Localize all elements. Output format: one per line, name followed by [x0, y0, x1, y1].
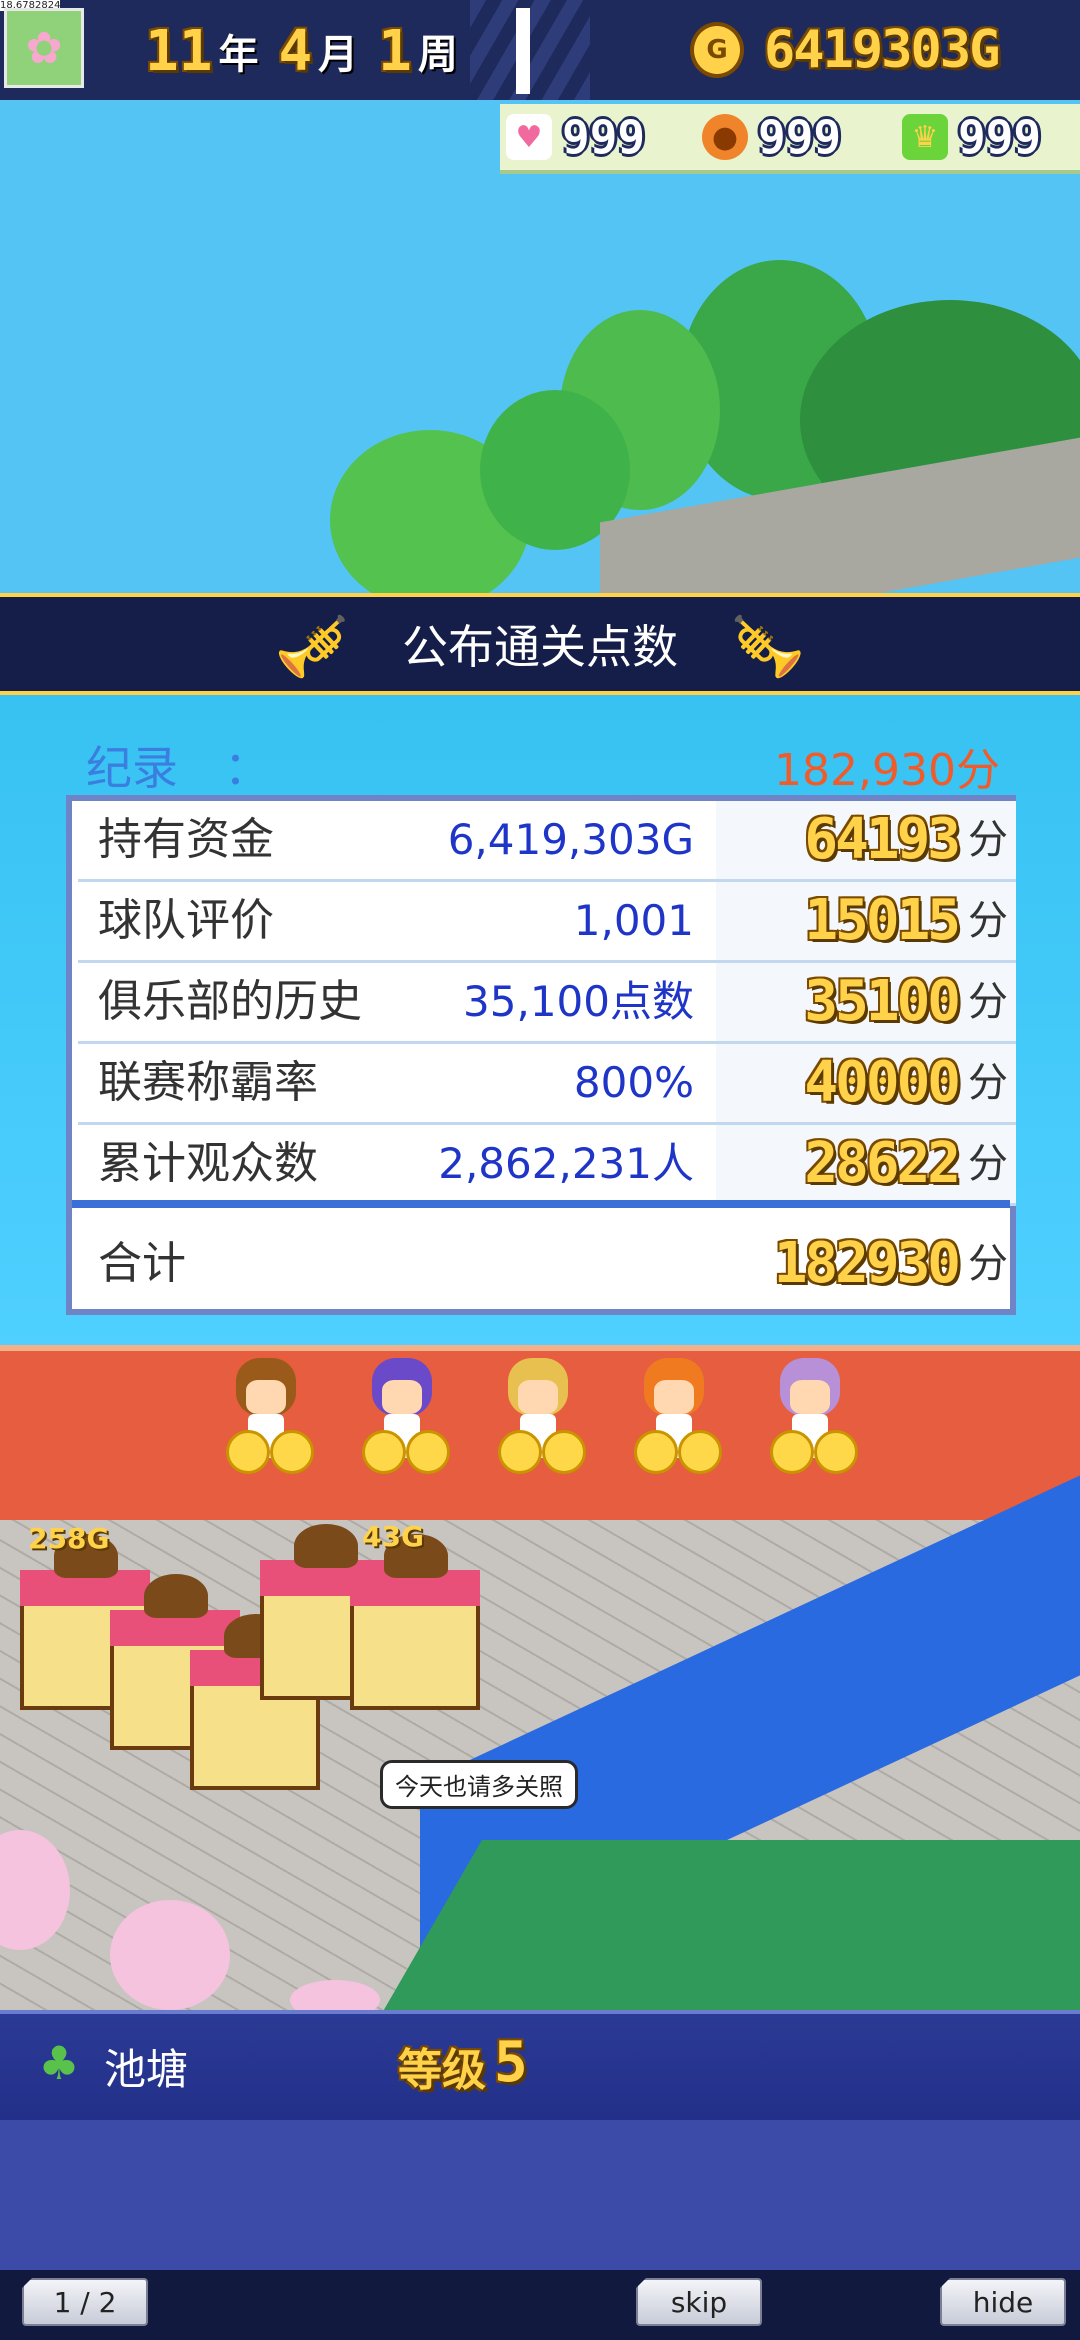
row-value: 2,862,231人	[438, 1139, 694, 1188]
flower-icon[interactable]: ✿	[4, 8, 84, 88]
total-divider	[72, 1200, 1010, 1208]
total-label: 合计	[98, 1238, 186, 1289]
banner-title: 公布通关点数	[402, 620, 678, 674]
trophy-value: 999	[958, 110, 1042, 164]
week-number: 1	[378, 18, 412, 84]
row-value: 800%	[573, 1058, 694, 1107]
row-points: 64193	[804, 807, 961, 872]
cheerleader	[354, 1350, 450, 1480]
row-unit: 分	[968, 1060, 1008, 1106]
heart-icon: ♥	[506, 114, 552, 160]
row-value: 1,001	[573, 896, 694, 945]
row-points: 28622	[804, 1131, 961, 1196]
stat-heart: ♥ 999	[506, 110, 645, 164]
cherry-tree	[110, 1900, 230, 2010]
row-label: 联赛称霸率	[98, 1057, 318, 1108]
score-row-funds: 持有资金 6,419,303G 64193 分	[78, 801, 1016, 882]
trophy-icon: ♛	[902, 114, 948, 160]
facility-name: 池塘	[104, 2045, 189, 2094]
score-row-audience: 累计观众数 2,862,231人 28622 分	[78, 1125, 1016, 1206]
stat-trophy: ♛ 999	[902, 110, 1041, 164]
pond-icon: ♣	[38, 2036, 80, 2090]
score-row-total: 合计 182930 分	[78, 1219, 1016, 1309]
week-unit: 周	[417, 32, 458, 78]
row-label: 持有资金	[98, 814, 274, 865]
sky-scene	[0, 100, 1080, 643]
cheerleader	[218, 1350, 314, 1480]
row-label: 俱乐部的历史	[98, 976, 362, 1027]
cheerleader	[490, 1350, 586, 1480]
row-points: 35100	[804, 969, 961, 1034]
heart-value: 999	[562, 110, 646, 164]
stat-ball: ● 999	[702, 110, 841, 164]
row-points: 15015	[804, 888, 961, 953]
record-label: 纪录 ：	[86, 741, 270, 795]
basketball-icon: ●	[702, 114, 748, 160]
cheerleader	[626, 1350, 722, 1480]
bottom-bar	[0, 2270, 1080, 2340]
score-table: 持有资金 6,419,303G 64193 分 球队评价 1,001 15015…	[66, 795, 1016, 1315]
row-value: 6,419,303G	[447, 815, 694, 864]
skip-button[interactable]: skip	[636, 2278, 762, 2326]
page-indicator-button[interactable]: 1 / 2	[22, 2278, 148, 2326]
shop-income-2: 43G	[362, 1520, 424, 1553]
row-unit: 分	[968, 898, 1008, 944]
level-label: 等级	[398, 2045, 486, 2096]
year-number: 11	[145, 18, 213, 84]
row-label: 球队评价	[98, 895, 274, 946]
hide-button[interactable]: hide	[940, 2278, 1066, 2326]
row-points: 40000	[804, 1050, 961, 1115]
shop-income-1: 258G	[28, 1522, 110, 1555]
date-progress-marker	[516, 8, 530, 94]
score-row-league-rate: 联赛称霸率 800% 40000 分	[78, 1044, 1016, 1125]
score-row-club-history: 俱乐部的历史 35,100点数 35100 分	[78, 963, 1016, 1044]
row-unit: 分	[968, 1141, 1008, 1187]
total-unit: 分	[968, 1241, 1008, 1287]
row-unit: 分	[968, 979, 1008, 1025]
record-value: 182,930分	[774, 745, 1000, 796]
row-value: 35,100点数	[463, 977, 694, 1026]
year-unit: 年	[218, 32, 259, 78]
message-area	[0, 2120, 1080, 2280]
level-value: 5	[494, 2030, 528, 2095]
gold-coin-icon: G	[690, 22, 744, 78]
month-number: 4	[278, 18, 313, 84]
speech-bubble: 今天也请多关照	[380, 1760, 578, 1809]
basketball-court[interactable]	[378, 1840, 1080, 2020]
row-label: 累计观众数	[98, 1138, 318, 1189]
game-date: 11 年 4 月 1 周	[145, 18, 472, 84]
ball-value: 999	[758, 110, 842, 164]
money-amount: 6419303G	[764, 20, 1000, 80]
shop-building[interactable]	[350, 1534, 480, 1710]
cheerleader	[762, 1350, 858, 1480]
score-row-team-rating: 球队评价 1,001 15015 分	[78, 882, 1016, 963]
row-unit: 分	[968, 817, 1008, 863]
month-unit: 月	[318, 32, 359, 78]
total-points: 182930	[773, 1231, 961, 1296]
